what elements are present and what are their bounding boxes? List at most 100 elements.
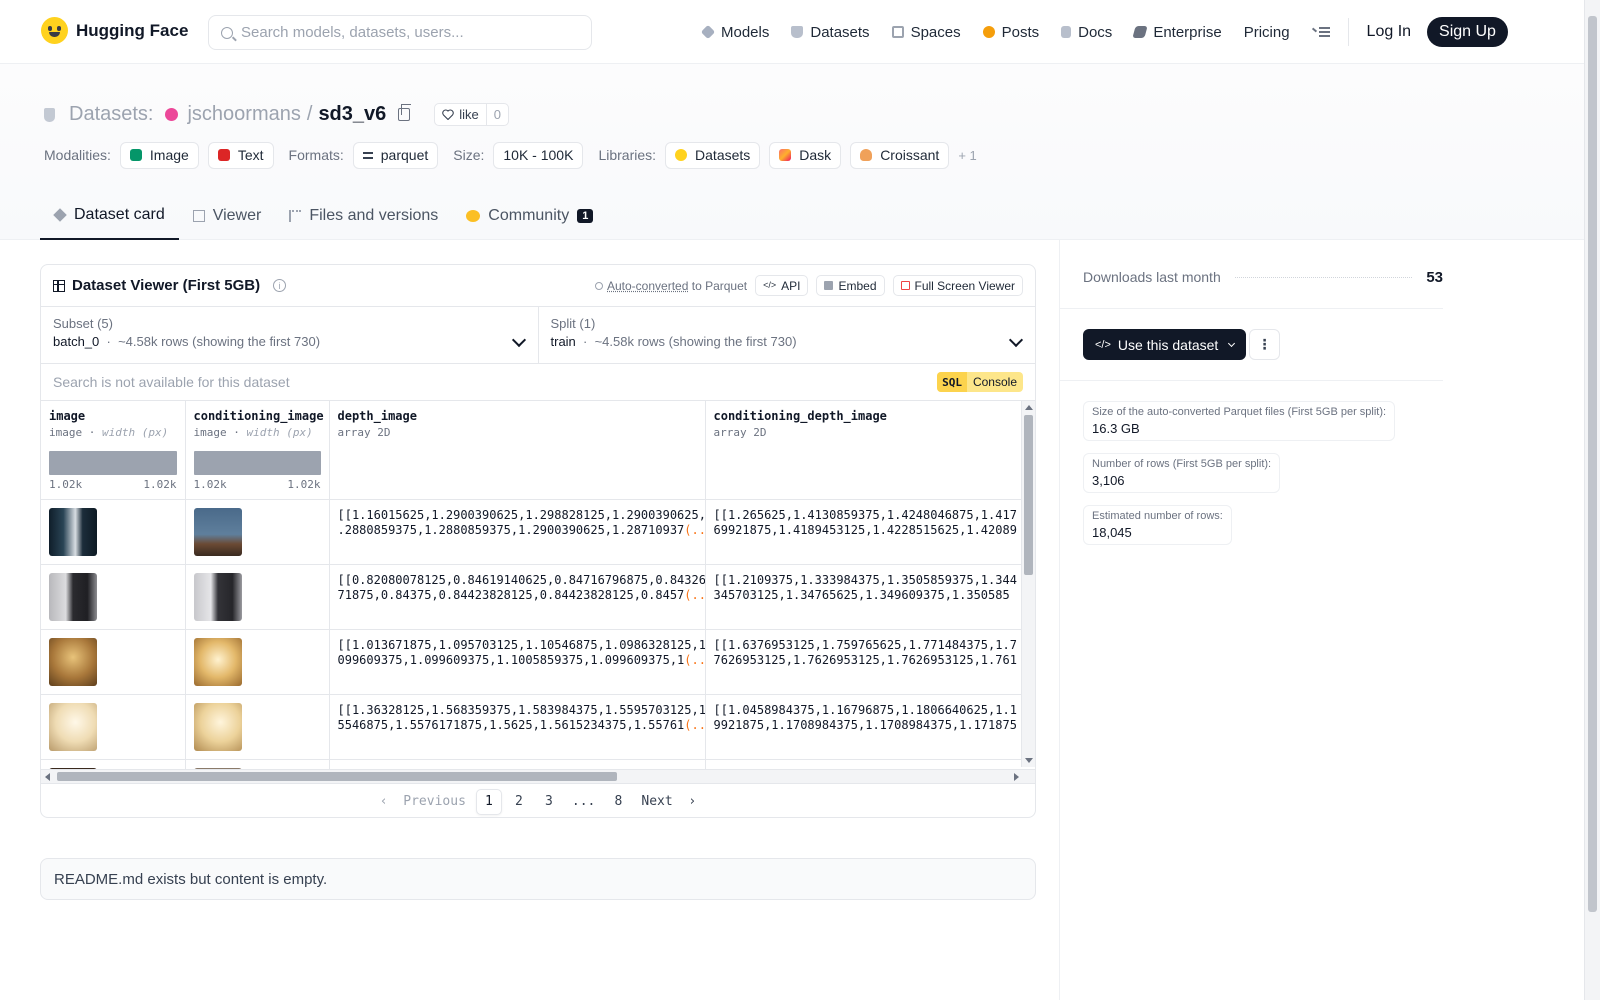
nav-posts[interactable]: Posts <box>982 23 1040 41</box>
image-thumbnail[interactable] <box>193 508 242 556</box>
image-cell[interactable] <box>41 694 186 760</box>
auto-converted-link[interactable]: Auto-converted <box>607 279 688 293</box>
scrollbar-thumb[interactable] <box>1588 16 1597 912</box>
login-link[interactable]: Log In <box>1367 23 1411 41</box>
table-horizontal-scrollbar[interactable] <box>41 769 1035 783</box>
nav-more-menu-icon[interactable] <box>1311 26 1330 38</box>
info-icon[interactable]: i <box>273 279 287 292</box>
image-cell[interactable] <box>185 694 330 760</box>
size-chip[interactable]: 10K - 100K <box>493 141 584 169</box>
hf-logo-link[interactable]: Hugging Face <box>41 17 188 44</box>
image-thumbnail[interactable] <box>49 638 97 686</box>
viewer-search-input[interactable]: Search is not available for this dataset… <box>41 364 1035 401</box>
next-label: Next <box>641 794 673 809</box>
table-vertical-scrollbar[interactable] <box>1021 401 1035 767</box>
nav-pricing[interactable]: Pricing <box>1244 24 1290 41</box>
image-thumbnail[interactable] <box>49 508 97 556</box>
page-button-2[interactable]: 2 <box>506 789 532 815</box>
subset-select[interactable]: Subset (5) batch_0 · ~4.58k rows (showin… <box>41 307 538 363</box>
tab-community[interactable]: Community 1 <box>452 196 607 236</box>
histogram-bar[interactable] <box>193 451 321 475</box>
repo-kind-link[interactable]: Datasets: <box>69 103 153 126</box>
column-header-conditioning-depth-image[interactable]: conditioning_depth_image array 2D <box>705 401 1035 500</box>
array-cell[interactable]: [[0.82080078125,0.84619140625,0.84716796… <box>329 564 706 630</box>
image-cell[interactable] <box>185 629 330 695</box>
image-cell[interactable] <box>41 629 186 695</box>
table-row[interactable]: [[1.16015625,1.2900390625,1.298828125,1.… <box>41 499 1035 565</box>
full-screen-viewer-button[interactable]: Full Screen Viewer <box>892 275 1023 296</box>
copy-icon[interactable] <box>398 104 412 121</box>
nav-posts-label: Posts <box>1001 23 1040 41</box>
histogram-bar[interactable] <box>49 451 177 475</box>
image-thumbnail[interactable] <box>193 573 242 621</box>
embed-button[interactable]: Embed <box>816 275 885 296</box>
scroll-down-icon[interactable] <box>1025 758 1033 763</box>
modality-chip-text[interactable]: Text <box>207 141 274 169</box>
image-thumbnail[interactable] <box>193 703 242 751</box>
column-header-image[interactable]: image image · width (px) 1.02k 1.02k <box>41 401 186 500</box>
api-button[interactable]: </> API <box>755 275 809 296</box>
scroll-up-icon[interactable] <box>1025 405 1033 410</box>
page-button-1[interactable]: 1 <box>475 788 502 815</box>
table-row[interactable]: [[1.36328125,1.568359375,1.583984375,1.5… <box>41 694 1035 760</box>
global-search-input[interactable]: Search models, datasets, users... <box>208 15 592 50</box>
more-options-button[interactable]: ⋮ <box>1249 329 1280 360</box>
image-cell[interactable] <box>185 499 330 565</box>
next-page-button[interactable]: Next › <box>635 789 702 815</box>
array-cell[interactable]: [[1.6376953125,1.759765625,1.771484375,1… <box>705 629 1035 695</box>
table-row[interactable]: [[0.82080078125,0.84619140625,0.84716796… <box>41 564 1035 630</box>
scrollbar-thumb[interactable] <box>1024 415 1033 575</box>
nav-spaces[interactable]: Spaces <box>891 24 961 41</box>
code-icon: </> <box>1095 338 1111 351</box>
array-cell[interactable]: [[1.36328125,1.568359375,1.583984375,1.5… <box>329 694 706 760</box>
histogram-range: 1.02k 1.02k <box>193 478 321 491</box>
image-thumbnail[interactable] <box>49 703 97 751</box>
more-libraries[interactable]: + 1 <box>958 148 976 163</box>
modality-chip-image[interactable]: Image <box>119 141 199 169</box>
array-cell[interactable]: [[1.2109375,1.333984375,1.3505859375,1.3… <box>705 564 1035 630</box>
sql-console-button[interactable]: SQL Console <box>937 372 1023 392</box>
split-select[interactable]: Split (1) train · ~4.58k rows (showing t… <box>537 307 1036 363</box>
nav-docs[interactable]: Docs <box>1061 24 1112 41</box>
format-chip-parquet[interactable]: parquet <box>352 141 439 169</box>
tab-viewer[interactable]: Viewer <box>179 196 276 236</box>
tab-dataset-card[interactable]: Dataset card <box>40 196 179 240</box>
previous-page-button[interactable]: ‹ Previous <box>374 789 472 815</box>
library-chip-datasets[interactable]: Datasets <box>665 141 761 169</box>
image-cell[interactable] <box>185 564 330 630</box>
rows-stat: Number of rows (First 5GB per split): 3,… <box>1083 453 1281 493</box>
table-row[interactable]: [[1.013671875,1.095703125,1.10546875,1.0… <box>41 629 1035 695</box>
image-cell[interactable] <box>41 499 186 565</box>
library-chip-croissant[interactable]: Croissant <box>850 141 950 169</box>
histogram-range: 1.02k 1.02k <box>49 478 177 491</box>
array-cell[interactable]: [[1.16015625,1.2900390625,1.298828125,1.… <box>329 499 706 565</box>
image-thumbnail[interactable] <box>193 638 242 686</box>
use-this-dataset-button[interactable]: </> Use this dataset <box>1083 329 1247 360</box>
console-label: Console <box>972 375 1017 389</box>
library-chip-dask[interactable]: Dask <box>769 141 842 169</box>
nav-datasets[interactable]: Datasets <box>791 24 870 41</box>
parquet-size-stat: Size of the auto-converted Parquet files… <box>1083 401 1396 441</box>
image-cell[interactable] <box>41 564 186 630</box>
like-button[interactable]: like 0 <box>434 103 510 126</box>
page-button-8[interactable]: 8 <box>605 789 631 815</box>
array-cell[interactable]: [[1.265625,1.4130859375,1.4248046875,1.4… <box>705 499 1035 565</box>
repo-owner-link[interactable]: jschoormans <box>187 103 300 126</box>
nav-models[interactable]: Models <box>700 24 769 41</box>
array-cell[interactable]: [[1.013671875,1.095703125,1.10546875,1.0… <box>329 629 706 695</box>
scroll-left-icon[interactable] <box>45 773 50 781</box>
tab-files[interactable]: Files and versions <box>275 196 452 236</box>
scroll-right-icon[interactable] <box>1014 773 1019 781</box>
scrollbar-thumb[interactable] <box>57 772 617 781</box>
nav-enterprise[interactable]: Enterprise <box>1132 24 1222 41</box>
page-button-3[interactable]: 3 <box>536 789 562 815</box>
repo-separator: / <box>306 103 313 125</box>
column-type: image · width (px) <box>49 426 169 439</box>
repo-name[interactable]: sd3_v6 <box>318 103 386 126</box>
column-header-conditioning-image[interactable]: conditioning_image image · width (px) 1.… <box>185 401 330 500</box>
column-header-depth-image[interactable]: depth_image array 2D <box>329 401 706 500</box>
image-thumbnail[interactable] <box>49 573 97 621</box>
array-cell[interactable]: [[1.0458984375,1.16796875,1.1806640625,1… <box>705 694 1035 760</box>
page-scrollbar[interactable] <box>1584 0 1600 1000</box>
signup-button[interactable]: Sign Up <box>1427 17 1508 47</box>
